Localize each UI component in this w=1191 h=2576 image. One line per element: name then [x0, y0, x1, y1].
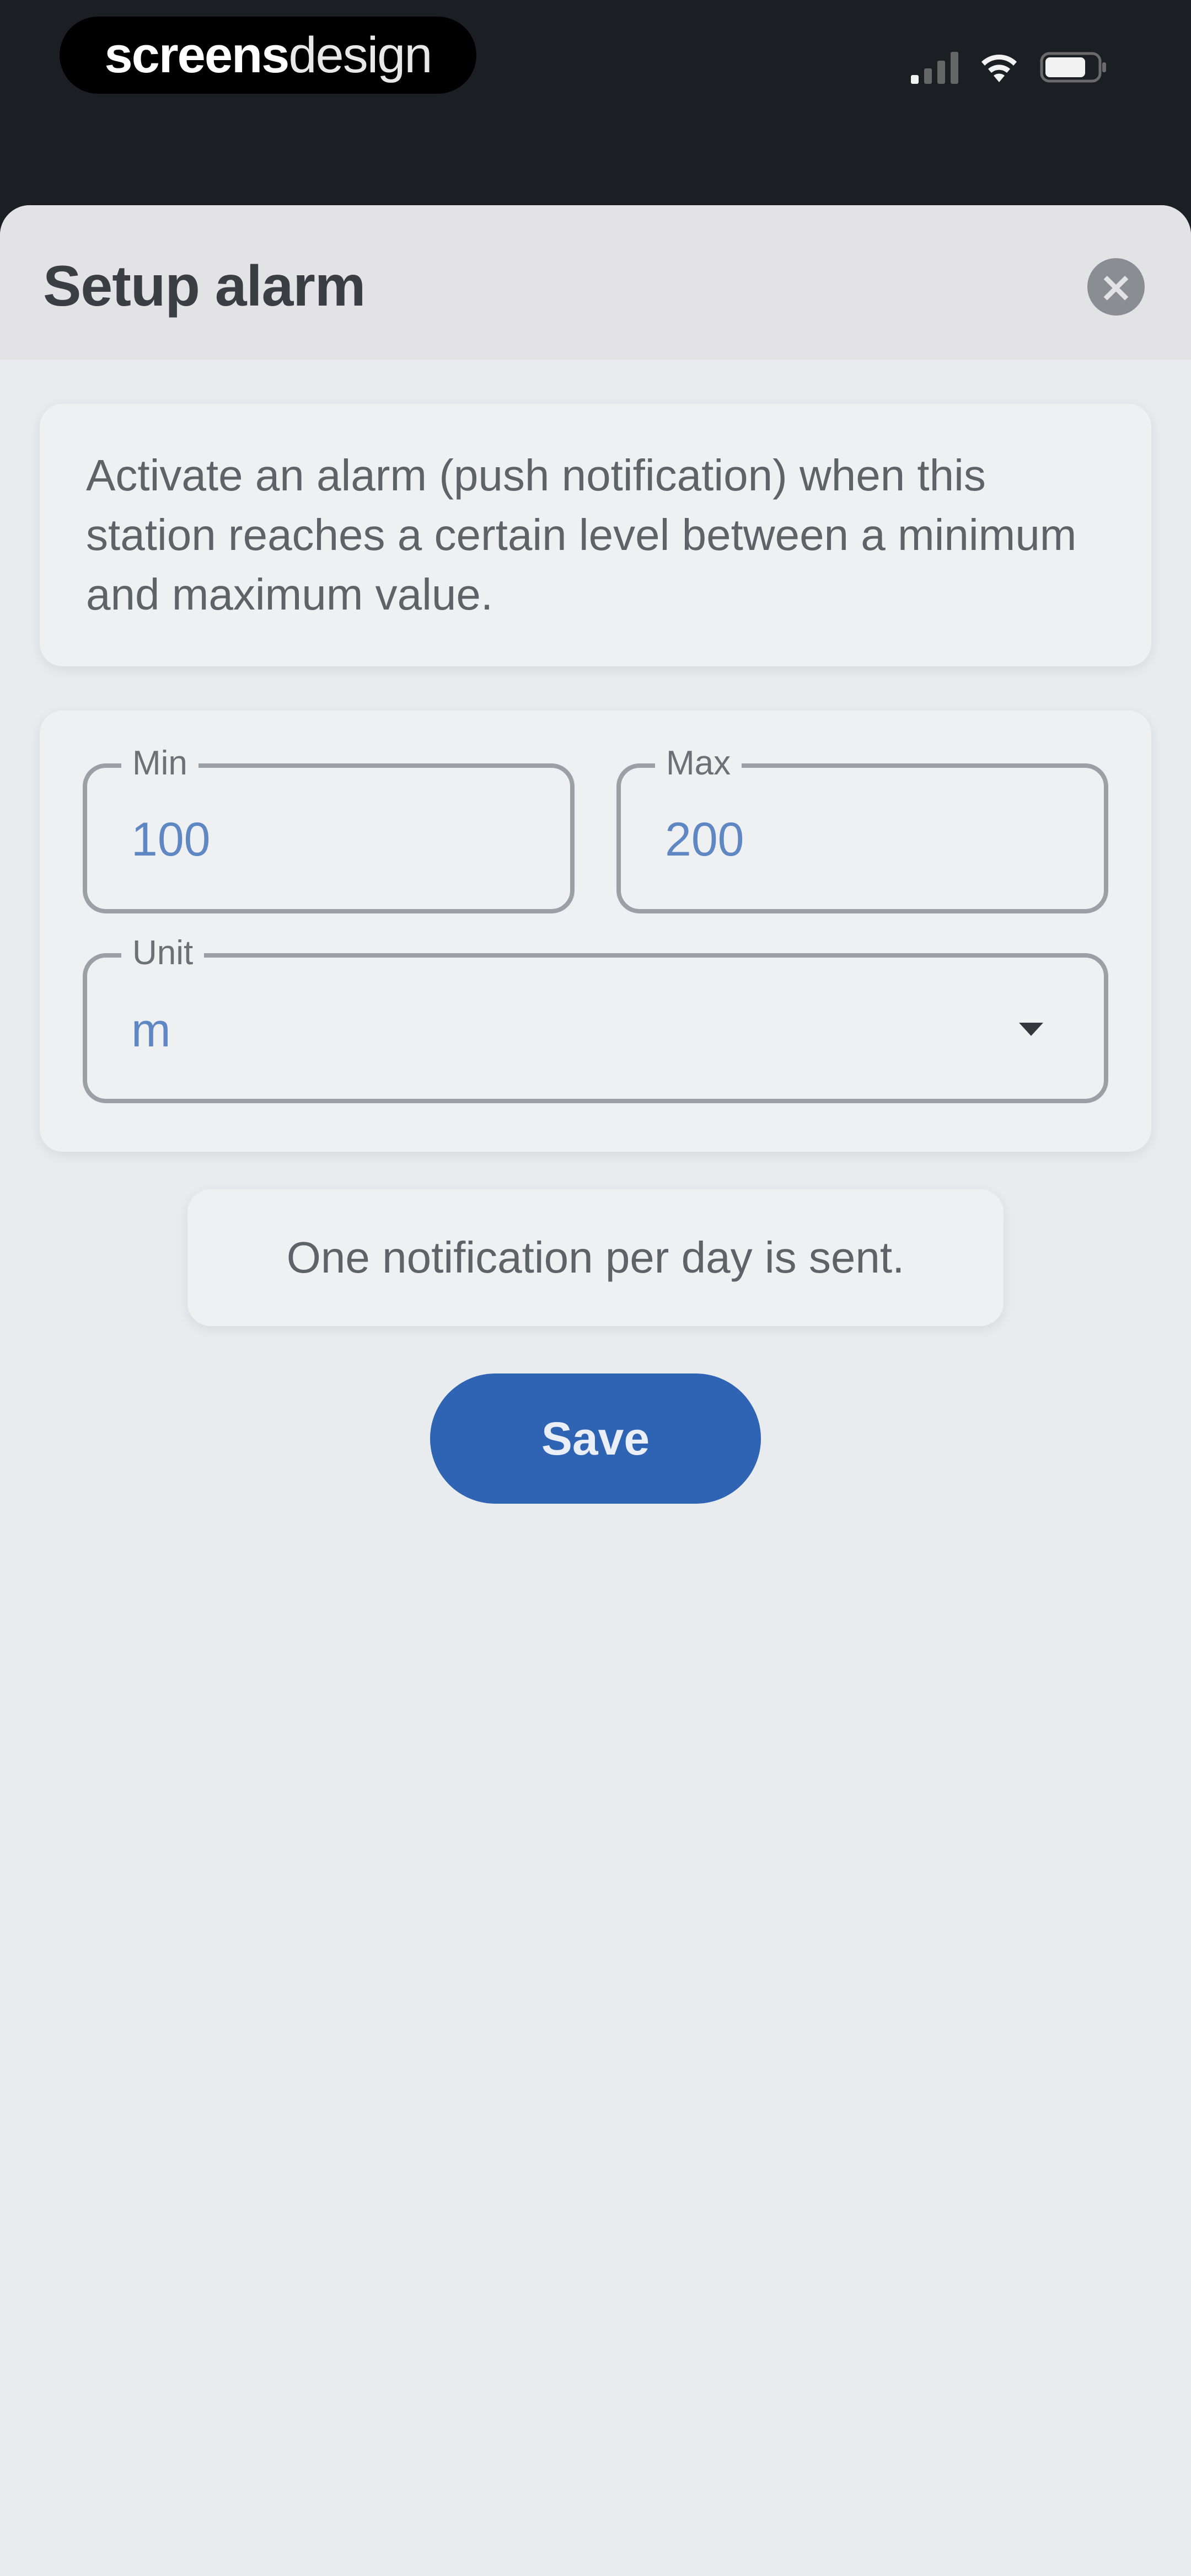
max-label: Max	[655, 739, 742, 788]
cellular-signal-icon	[911, 51, 958, 84]
close-button[interactable]: ×	[1087, 258, 1145, 316]
notification-note-text: One notification per day is sent.	[286, 1233, 905, 1282]
close-icon: ×	[1098, 262, 1134, 311]
save-button[interactable]: Save	[430, 1373, 761, 1504]
status-bar: screensdesign	[0, 0, 1191, 199]
unit-value[interactable]: m	[131, 1003, 171, 1058]
max-value[interactable]: 200	[665, 812, 744, 867]
sheet-title: Setup alarm	[43, 254, 366, 318]
max-field[interactable]: Max 200	[616, 739, 1108, 913]
brand-logo: screensdesign	[60, 17, 476, 94]
setup-alarm-sheet: Setup alarm × Activate an alarm (push no…	[0, 205, 1191, 2576]
brand-light-text: design	[288, 26, 432, 83]
status-icons	[911, 51, 1108, 84]
wifi-icon	[978, 51, 1020, 83]
intro-text: Activate an alarm (push notification) wh…	[86, 451, 1077, 619]
sheet-header: Setup alarm ×	[0, 205, 1191, 360]
intro-card: Activate an alarm (push notification) wh…	[40, 404, 1151, 666]
brand-strong-text: screens	[104, 26, 290, 83]
notification-note-card: One notification per day is sent.	[187, 1189, 1004, 1326]
alarm-form-card: Min 100 Max 200 Unit m	[40, 710, 1151, 1152]
chevron-down-icon[interactable]	[1019, 1023, 1043, 1036]
min-value[interactable]: 100	[131, 812, 211, 867]
min-field[interactable]: Min 100	[83, 739, 575, 913]
unit-select[interactable]: Unit m	[83, 929, 1108, 1103]
unit-label: Unit	[121, 929, 205, 977]
min-label: Min	[121, 739, 198, 788]
battery-icon	[1040, 52, 1108, 83]
